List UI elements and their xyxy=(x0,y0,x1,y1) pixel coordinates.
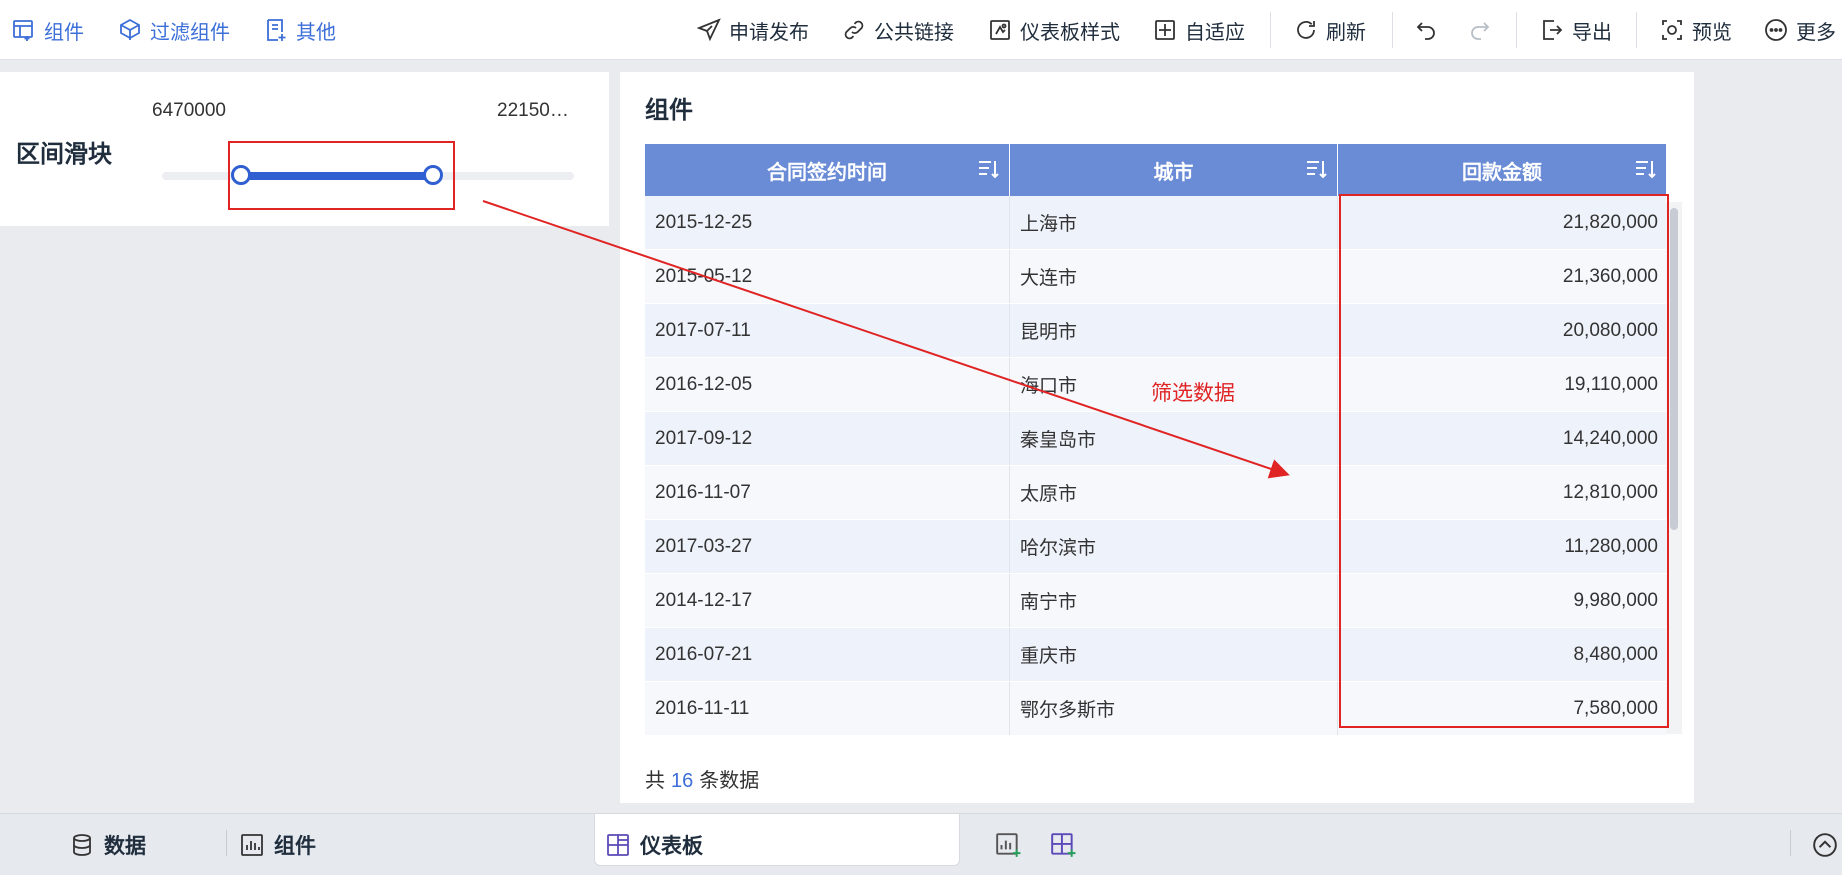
export-button[interactable]: 导出 xyxy=(1540,0,1612,60)
undo-icon xyxy=(1414,18,1438,42)
cell-contract-date: 2016-11-11 xyxy=(645,682,1010,735)
slider-max-value: 22150… xyxy=(497,100,569,121)
table-title: 组件 xyxy=(645,97,693,124)
annotation-box-slider xyxy=(228,141,455,210)
filter-component-button[interactable]: 过滤组件 xyxy=(118,0,230,60)
cell-contract-date: 2016-12-05 xyxy=(645,358,1010,411)
column-header-label: 回款金额 xyxy=(1462,161,1542,184)
collapse-up-icon[interactable] xyxy=(1812,832,1838,858)
filter-component-icon xyxy=(118,18,142,42)
redo-icon xyxy=(1468,18,1492,42)
bar-chart-icon xyxy=(240,833,264,857)
cell-city: 秦皇岛市 xyxy=(1010,412,1338,465)
cell-city: 太原市 xyxy=(1010,466,1338,519)
cell-city: 大连市 xyxy=(1010,250,1338,303)
cell-contract-date: 2016-11-07 xyxy=(645,466,1010,519)
row-count-suffix: 条数据 xyxy=(699,770,760,792)
column-header-payment-amount[interactable]: 回款金额 xyxy=(1338,144,1666,196)
cell-city: 哈尔滨市 xyxy=(1010,520,1338,573)
cell-city: 上海市 xyxy=(1010,196,1338,249)
add-component-button[interactable]: 组件 xyxy=(12,0,84,60)
dashboard-icon xyxy=(606,833,630,857)
preview-button[interactable]: 预览 xyxy=(1660,0,1732,60)
other-label: 其他 xyxy=(296,21,336,44)
scrollbar-thumb[interactable] xyxy=(1670,208,1678,530)
toolbar-divider xyxy=(1636,12,1637,48)
sort-icon[interactable] xyxy=(1634,157,1658,181)
sort-icon[interactable] xyxy=(1305,157,1329,181)
cell-city: 鄂尔多斯市 xyxy=(1010,682,1338,735)
component-tab[interactable]: 组件 xyxy=(240,814,316,875)
refresh-icon xyxy=(1294,18,1318,42)
column-header-label: 合同签约时间 xyxy=(767,161,887,184)
cell-contract-date: 2016-07-21 xyxy=(645,628,1010,681)
preview-label: 预览 xyxy=(1692,21,1732,44)
other-icon xyxy=(264,18,288,42)
bottom-divider xyxy=(1790,830,1791,856)
send-icon xyxy=(697,18,721,42)
public-link-label: 公共链接 xyxy=(874,21,954,44)
undo-button[interactable] xyxy=(1414,0,1446,60)
slider-title: 区间滑块 xyxy=(16,141,112,168)
dashboard-tab[interactable]: 仪表板 xyxy=(606,814,703,875)
sort-icon[interactable] xyxy=(977,157,1001,181)
toolbar-divider xyxy=(1270,12,1271,48)
export-icon xyxy=(1540,18,1564,42)
style-icon xyxy=(988,18,1012,42)
dashboard-tab-label: 仪表板 xyxy=(640,835,703,858)
adaptive-label: 自适应 xyxy=(1185,21,1245,44)
more-button[interactable]: 更多 xyxy=(1764,0,1836,60)
other-button[interactable]: 其他 xyxy=(264,0,336,60)
annotation-label: 筛选数据 xyxy=(1151,382,1235,405)
cell-contract-date: 2017-09-12 xyxy=(645,412,1010,465)
dashboard-style-label: 仪表板样式 xyxy=(1020,21,1120,44)
apply-publish-label: 申请发布 xyxy=(729,21,809,44)
add-dashboard-icon[interactable] xyxy=(1050,832,1076,858)
annotation-box-amount-column xyxy=(1339,194,1669,728)
cell-city: 昆明市 xyxy=(1010,304,1338,357)
toolbar-divider xyxy=(1392,12,1393,48)
add-component-label: 组件 xyxy=(44,21,84,44)
apply-publish-button[interactable]: 申请发布 xyxy=(697,0,809,60)
refresh-button[interactable]: 刷新 xyxy=(1294,0,1366,60)
preview-icon xyxy=(1660,18,1684,42)
adaptive-button[interactable]: 自适应 xyxy=(1153,0,1245,60)
cell-contract-date: 2014-12-17 xyxy=(645,574,1010,627)
table-header: 合同签约时间 城市 回款金额 xyxy=(645,144,1666,196)
top-toolbar: 组件 过滤组件 其他 申请发布 公共链接 仪表板样式 自适应 刷新 导出 预览 … xyxy=(0,0,1842,60)
column-header-city[interactable]: 城市 xyxy=(1010,144,1338,196)
cell-city: 南宁市 xyxy=(1010,574,1338,627)
adaptive-icon xyxy=(1153,18,1177,42)
refresh-label: 刷新 xyxy=(1326,21,1366,44)
dashboard-style-button[interactable]: 仪表板样式 xyxy=(988,0,1120,60)
data-tab[interactable]: 数据 xyxy=(70,814,146,875)
public-link-button[interactable]: 公共链接 xyxy=(842,0,954,60)
add-chart-component-icon[interactable] xyxy=(995,832,1021,858)
add-component-icon xyxy=(12,18,36,42)
row-count-number: 16 xyxy=(671,770,694,792)
database-icon xyxy=(70,833,94,857)
cell-contract-date: 2015-05-12 xyxy=(645,250,1010,303)
link-icon xyxy=(842,18,866,42)
cell-contract-date: 2017-03-27 xyxy=(645,520,1010,573)
more-icon xyxy=(1764,18,1788,42)
filter-component-label: 过滤组件 xyxy=(150,21,230,44)
cell-contract-date: 2015-12-25 xyxy=(645,196,1010,249)
bottom-bar: 数据 组件 仪表板 xyxy=(0,813,1842,875)
component-tab-label: 组件 xyxy=(274,835,316,858)
redo-button[interactable] xyxy=(1468,0,1500,60)
more-label: 更多 xyxy=(1796,21,1836,44)
toolbar-divider xyxy=(1516,12,1517,48)
cell-contract-date: 2017-07-11 xyxy=(645,304,1010,357)
column-header-label: 城市 xyxy=(1153,161,1194,184)
slider-min-value: 6470000 xyxy=(152,100,226,121)
data-tab-label: 数据 xyxy=(104,835,146,858)
bottom-divider xyxy=(226,830,227,856)
row-count-prefix: 共 xyxy=(645,770,665,792)
export-label: 导出 xyxy=(1572,21,1612,44)
column-header-contract-date[interactable]: 合同签约时间 xyxy=(645,144,1010,196)
table-row-count: 共 16 条数据 xyxy=(645,764,759,793)
cell-city: 重庆市 xyxy=(1010,628,1338,681)
